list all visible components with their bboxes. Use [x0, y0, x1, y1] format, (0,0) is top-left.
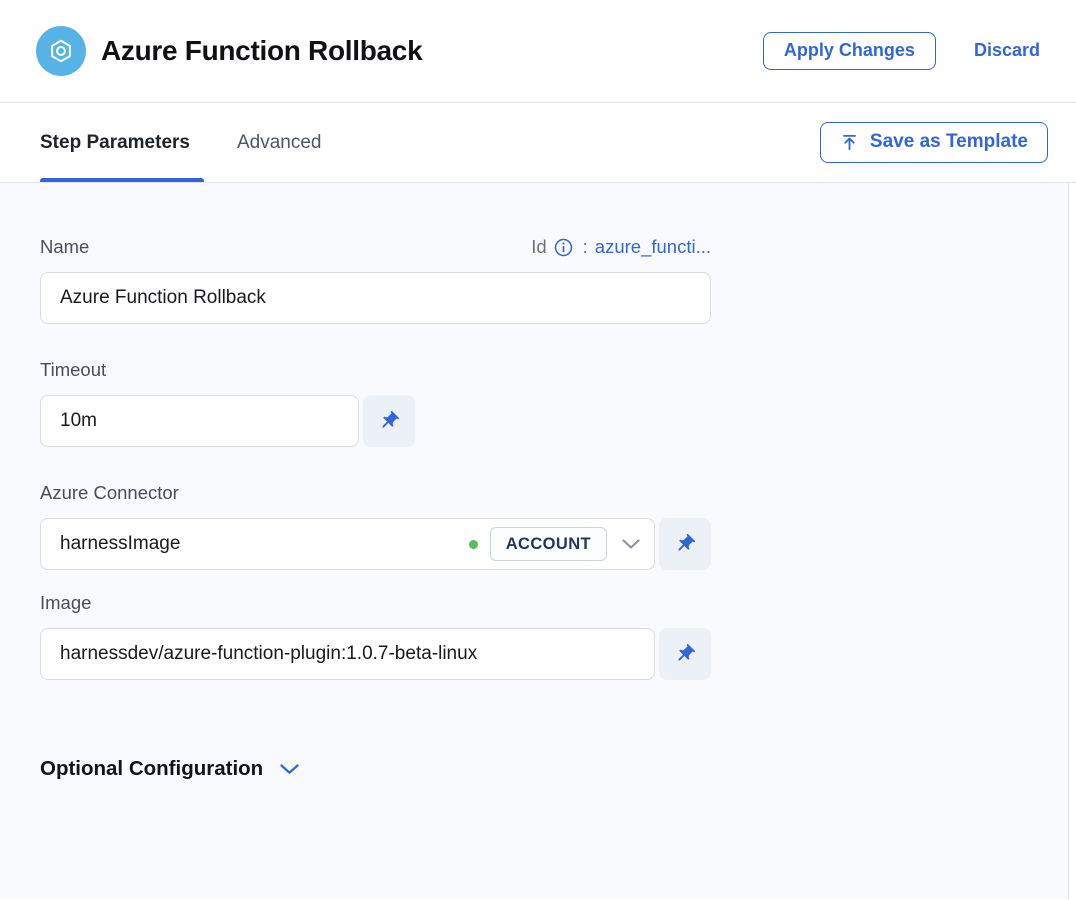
connector-scope-badge: ACCOUNT	[490, 527, 607, 561]
hexagon-nut-icon	[47, 37, 75, 65]
timeout-pin-button[interactable]	[363, 395, 415, 447]
name-field-header: Name Id : azure_functi...	[40, 235, 711, 259]
pin-icon	[669, 528, 700, 559]
chevron-down-icon[interactable]	[622, 539, 640, 550]
image-row	[40, 628, 1076, 680]
panel-edge-strip	[1068, 183, 1076, 899]
connector-value: harnessImage	[60, 533, 469, 555]
header-actions: Apply Changes Discard	[763, 32, 1040, 70]
id-value-link[interactable]: azure_functi...	[595, 236, 711, 258]
save-as-template-button[interactable]: Save as Template	[820, 122, 1048, 163]
id-label: Id	[531, 236, 546, 258]
pin-icon	[669, 638, 700, 669]
name-label: Name	[40, 236, 89, 258]
identifier-group: Id : azure_functi...	[531, 236, 711, 258]
timeout-row	[40, 395, 1076, 447]
tab-step-parameters[interactable]: Step Parameters	[40, 103, 190, 182]
step-parameters-content: Name Id : azure_functi... Timeout	[0, 183, 1076, 899]
image-input[interactable]	[40, 628, 655, 680]
discard-button[interactable]: Discard	[974, 40, 1040, 61]
connector-label: Azure Connector	[40, 481, 1076, 505]
chevron-down-icon	[280, 764, 299, 775]
info-icon[interactable]	[554, 238, 573, 257]
image-label: Image	[40, 591, 1076, 615]
connector-pin-button[interactable]	[659, 518, 711, 570]
connector-row: harnessImage ACCOUNT	[40, 518, 1076, 570]
timeout-label: Timeout	[40, 358, 1076, 382]
tab-advanced[interactable]: Advanced	[237, 103, 322, 182]
timeout-input[interactable]	[40, 395, 359, 447]
pin-icon	[373, 405, 404, 436]
name-input[interactable]	[40, 272, 711, 324]
save-as-template-label: Save as Template	[870, 132, 1028, 153]
step-type-icon	[36, 26, 86, 76]
optional-configuration-toggle[interactable]: Optional Configuration	[40, 757, 400, 781]
panel-header: Azure Function Rollback Apply Changes Di…	[0, 0, 1076, 103]
optional-configuration-label: Optional Configuration	[40, 757, 263, 781]
page-title: Azure Function Rollback	[101, 35, 422, 67]
connector-status-dot	[469, 540, 478, 549]
step-config-panel: Azure Function Rollback Apply Changes Di…	[0, 0, 1076, 900]
connector-select[interactable]: harnessImage ACCOUNT	[40, 518, 655, 570]
id-colon: :	[583, 236, 588, 258]
image-pin-button[interactable]	[659, 628, 711, 680]
apply-changes-button[interactable]: Apply Changes	[763, 32, 936, 70]
upload-icon	[840, 133, 859, 152]
tab-bar: Step Parameters Advanced Save as Templat…	[0, 103, 1076, 183]
